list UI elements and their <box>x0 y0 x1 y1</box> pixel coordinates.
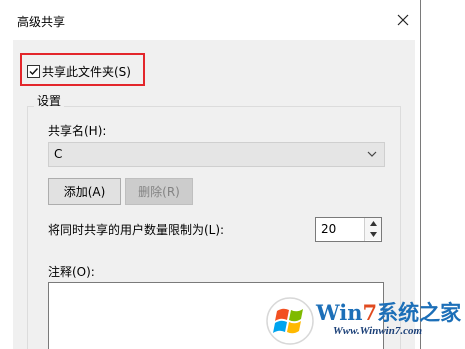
share-name-value: C <box>54 147 63 161</box>
windows-logo-icon <box>266 297 314 345</box>
add-button[interactable]: 添加(A) <box>48 178 121 205</box>
share-folder-checkbox[interactable]: 共享此文件夹(S) <box>27 63 131 79</box>
user-limit-label: 将同时共享的用户数量限制为(L): <box>48 223 225 237</box>
chevron-down-icon[interactable] <box>366 148 378 160</box>
share-name-label: 共享名(H): <box>48 124 107 138</box>
close-icon[interactable] <box>392 9 414 31</box>
checkbox-checked-icon[interactable] <box>27 64 40 78</box>
watermark-prefix: Win <box>316 300 363 325</box>
window-title: 高级共享 <box>17 15 66 29</box>
share-name-dropdown[interactable]: C <box>48 142 385 167</box>
user-limit-value[interactable]: 20 <box>321 222 336 236</box>
settings-group-title: 设置 <box>34 92 65 109</box>
spin-down-icon[interactable] <box>365 229 381 240</box>
watermark-url: Www.Winwin7.com <box>333 325 423 337</box>
title-bar: 高级共享 <box>0 0 420 40</box>
share-folder-label[interactable]: 共享此文件夹(S) <box>42 63 131 80</box>
spinner-buttons <box>364 218 381 241</box>
watermark-suffix: 系统之家 <box>377 300 462 325</box>
delete-button: 删除(R) <box>125 178 193 205</box>
watermark-seven: 7 <box>362 300 378 325</box>
comment-label: 注释(O): <box>48 265 95 279</box>
watermark-brand: Win7系统之家 <box>316 297 461 327</box>
user-limit-spinner[interactable]: 20 <box>315 217 382 242</box>
